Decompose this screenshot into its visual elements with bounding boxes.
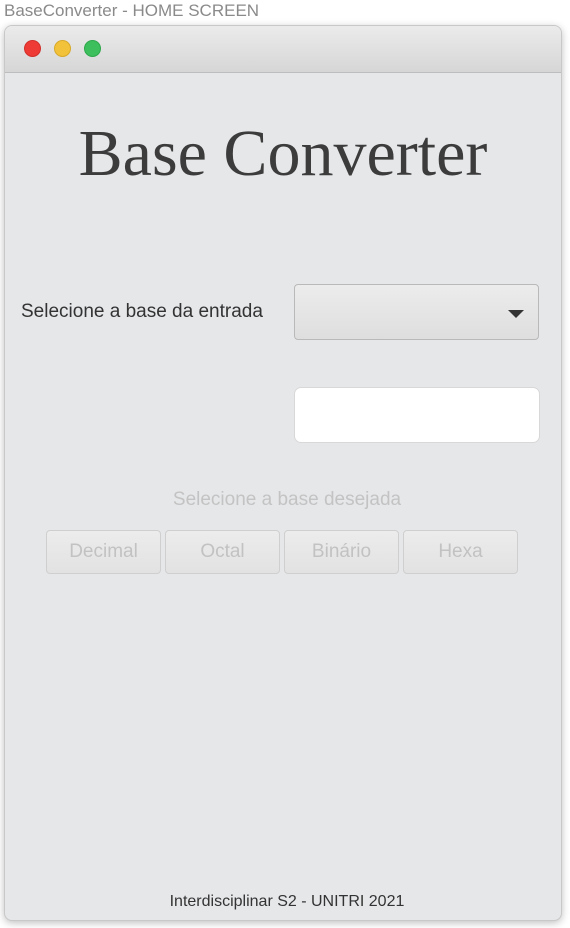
octal-button[interactable]: Octal [165,530,280,574]
binary-button[interactable]: Binário [284,530,399,574]
footer-text: Interdisciplinar S2 - UNITRI 2021 [169,893,405,910]
app-title: Base Converter [78,117,488,190]
number-input[interactable] [294,387,540,443]
screenshot-caption: BaseConverter - HOME SCREEN [4,1,260,20]
input-base-select[interactable] [294,284,539,340]
window-titlebar[interactable] [5,26,561,73]
minimize-window-button[interactable] [54,40,71,57]
zoom-window-button[interactable] [84,40,101,57]
target-base-label: Selecione a base desejada [172,489,402,510]
app-window: Base Converter Selecione a base da entra… [4,25,562,921]
hexa-button[interactable]: Hexa [403,530,518,574]
decimal-button[interactable]: Decimal [46,530,161,574]
chevron-down-icon [508,310,524,318]
input-base-label: Selecione a base da entrada [21,301,263,322]
close-window-button[interactable] [24,40,41,57]
